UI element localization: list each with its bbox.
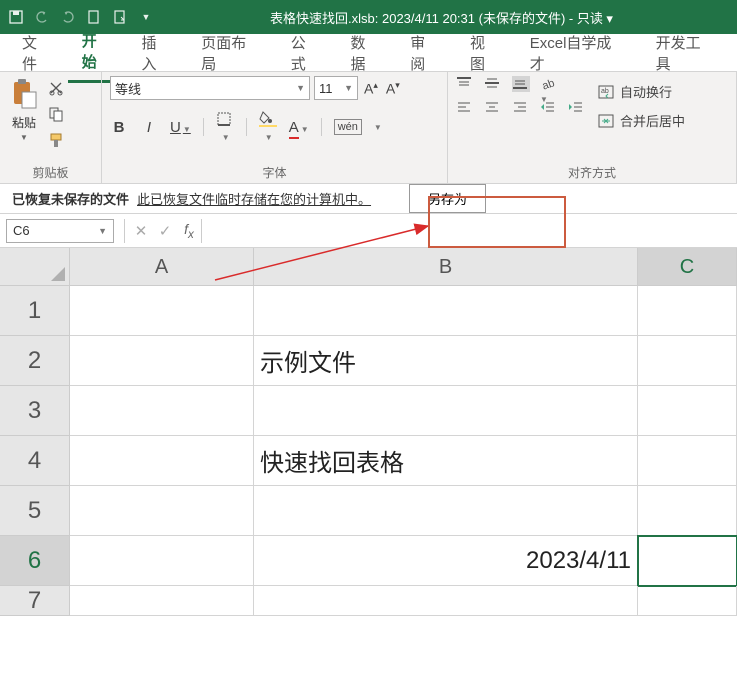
decrease-indent-icon[interactable]: [540, 100, 558, 116]
fx-icon[interactable]: fx: [177, 221, 201, 241]
cell-A6[interactable]: [70, 536, 254, 586]
row-header-4[interactable]: 4: [0, 436, 70, 486]
select-all-corner[interactable]: [0, 248, 70, 286]
increase-indent-icon[interactable]: [568, 100, 586, 116]
paste-label: 粘贴: [12, 114, 36, 131]
align-top-icon[interactable]: [456, 76, 474, 92]
border-button[interactable]: ▼: [216, 111, 234, 144]
saveas-button[interactable]: 另存为: [409, 184, 486, 213]
merge-center-button[interactable]: 合并后居中: [598, 111, 685, 130]
group-label-font: 字体: [110, 162, 439, 181]
cell-B4[interactable]: 快速找回表格: [254, 436, 638, 486]
group-label-clipboard: 剪贴板: [8, 162, 93, 181]
recovery-title: 已恢复未保存的文件: [12, 189, 129, 208]
formula-bar: C6▼ ✕ ✓ fx: [0, 214, 737, 248]
cell-C7[interactable]: [638, 586, 737, 616]
wrap-text-button[interactable]: ab自动换行: [598, 82, 685, 101]
cell-A7[interactable]: [70, 586, 254, 616]
orientation-icon[interactable]: ab▼: [540, 76, 558, 92]
cell-A3[interactable]: [70, 386, 254, 436]
fill-color-button[interactable]: ▼: [259, 110, 277, 144]
cut-icon[interactable]: [46, 78, 66, 98]
paste-button[interactable]: [8, 76, 40, 112]
spreadsheet-grid: A B C 1 2 示例文件 3 4 快速找回表格 5 6 2023/4/11 7: [0, 248, 737, 616]
row-header-3[interactable]: 3: [0, 386, 70, 436]
cell-C1[interactable]: [638, 286, 737, 336]
cell-C3[interactable]: [638, 386, 737, 436]
decrease-font-icon[interactable]: A▾: [384, 80, 402, 97]
row-header-7[interactable]: 7: [0, 586, 70, 616]
phonetic-button[interactable]: wén: [334, 119, 362, 135]
font-size-select[interactable]: 11▼: [314, 76, 358, 100]
cell-B6[interactable]: 2023/4/11: [254, 536, 638, 586]
underline-button[interactable]: U▼: [170, 119, 191, 136]
wrap-text-label: 自动换行: [620, 82, 672, 101]
undo-icon[interactable]: [34, 9, 50, 25]
cell-B7[interactable]: [254, 586, 638, 616]
group-label-align: 对齐方式: [456, 162, 728, 181]
open-icon[interactable]: [112, 9, 128, 25]
font-name-value: 等线: [115, 79, 141, 98]
recovery-message: 此已恢复文件临时存储在您的计算机中。: [137, 189, 371, 208]
redo-icon[interactable]: [60, 9, 76, 25]
col-header-A[interactable]: A: [70, 248, 254, 286]
formula-input[interactable]: [201, 219, 737, 243]
cell-B1[interactable]: [254, 286, 638, 336]
group-font: 等线▼ 11▼ A▴ A▾ B I U▼ ▼ ▼ A▼ wén▼ 字体: [102, 72, 448, 183]
cell-C2[interactable]: [638, 336, 737, 386]
row-header-6[interactable]: 6: [0, 536, 70, 586]
ribbon: 粘贴 ▼ 剪贴板 等线▼ 11▼ A▴ A▾ B I U▼: [0, 72, 737, 184]
align-right-icon[interactable]: [512, 100, 530, 116]
row-header-2[interactable]: 2: [0, 336, 70, 386]
font-color-button[interactable]: A▼: [289, 119, 309, 136]
qat-dropdown-icon[interactable]: ▼: [138, 9, 154, 25]
group-clipboard: 粘贴 ▼ 剪贴板: [0, 72, 102, 183]
cell-B2[interactable]: 示例文件: [254, 336, 638, 386]
cell-A2[interactable]: [70, 336, 254, 386]
enter-formula-icon[interactable]: ✓: [153, 222, 177, 240]
group-alignment: ab▼ ab自动换行 合并后居中 对齐方式: [448, 72, 737, 183]
save-icon[interactable]: [8, 9, 24, 25]
name-box[interactable]: C6▼: [6, 219, 114, 243]
align-left-icon[interactable]: [456, 100, 474, 116]
align-middle-icon[interactable]: [484, 76, 502, 92]
paste-dropdown-icon[interactable]: ▼: [20, 133, 28, 142]
row-header-5[interactable]: 5: [0, 486, 70, 536]
bold-button[interactable]: B: [110, 119, 128, 136]
copy-icon[interactable]: [46, 104, 66, 124]
name-box-value: C6: [13, 223, 30, 238]
increase-font-icon[interactable]: A▴: [362, 80, 380, 97]
new-icon[interactable]: [86, 9, 102, 25]
recovery-bar: 已恢复未保存的文件 此已恢复文件临时存储在您的计算机中。 另存为: [0, 184, 737, 214]
cell-B3[interactable]: [254, 386, 638, 436]
font-name-select[interactable]: 等线▼: [110, 76, 310, 100]
cell-A4[interactable]: [70, 436, 254, 486]
col-header-C[interactable]: C: [638, 248, 737, 286]
row-header-1[interactable]: 1: [0, 286, 70, 336]
cell-C6[interactable]: [638, 536, 737, 586]
align-bottom-icon[interactable]: [512, 76, 530, 92]
format-painter-icon[interactable]: [46, 130, 66, 150]
italic-button[interactable]: I: [140, 119, 158, 136]
svg-text:ab: ab: [541, 77, 556, 90]
align-center-icon[interactable]: [484, 100, 502, 116]
cell-A5[interactable]: [70, 486, 254, 536]
font-size-value: 11: [319, 81, 333, 96]
cell-C4[interactable]: [638, 436, 737, 486]
cell-C5[interactable]: [638, 486, 737, 536]
merge-center-label: 合并后居中: [620, 111, 685, 130]
ribbon-tabs: 文件 开始 插入 页面布局 公式 数据 审阅 视图 Excel自学成才 开发工具: [0, 34, 737, 72]
cancel-formula-icon[interactable]: ✕: [129, 222, 153, 240]
cell-A1[interactable]: [70, 286, 254, 336]
cell-B5[interactable]: [254, 486, 638, 536]
col-header-B[interactable]: B: [254, 248, 638, 286]
